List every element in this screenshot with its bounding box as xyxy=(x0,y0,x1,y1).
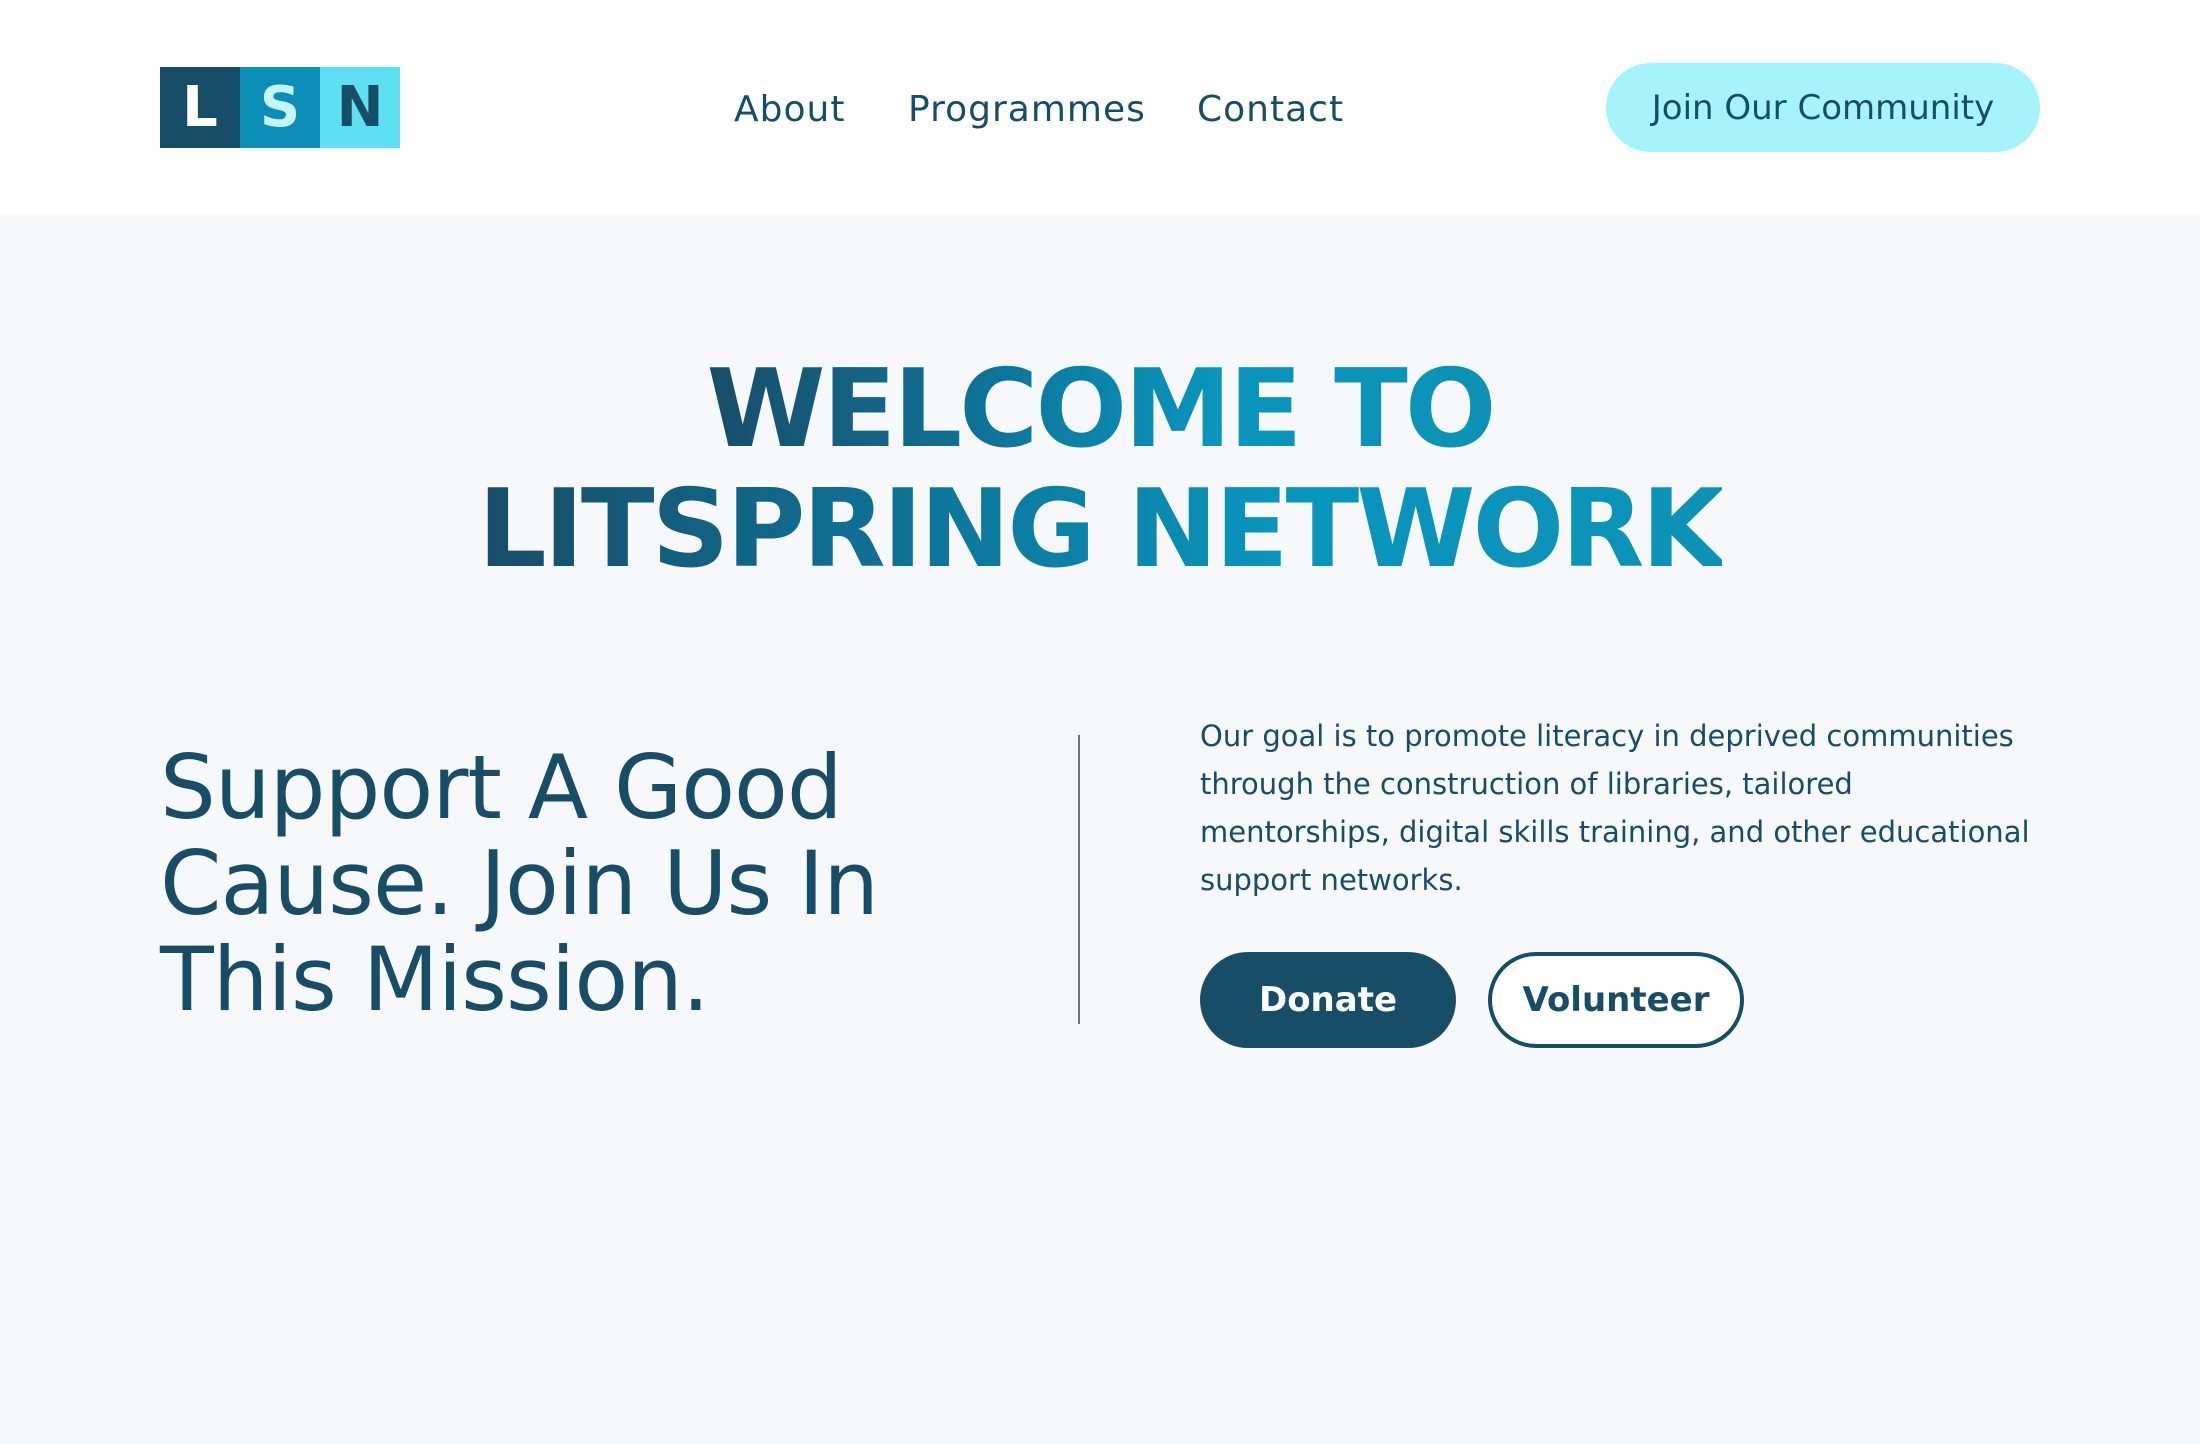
nav-link-programmes[interactable]: Programmes xyxy=(908,82,1146,138)
donate-button[interactable]: Donate xyxy=(1200,952,1456,1048)
hero-title-line-1: WELCOME TO xyxy=(706,347,1496,472)
nav-link-contact[interactable]: Contact xyxy=(1197,82,1344,138)
vertical-divider xyxy=(1078,735,1080,1024)
nav-link-about[interactable]: About xyxy=(734,82,845,138)
join-community-button[interactable]: Join Our Community xyxy=(1606,63,2040,152)
site-header: L S N About Programmes Contact Join Our … xyxy=(0,0,2200,215)
hero-tagline: Support A Good Cause. Join Us In This Mi… xyxy=(160,736,879,1031)
hero-title: WELCOME TO LITSPRING NETWORK xyxy=(0,350,2200,590)
hero-title-line-2: LITSPRING NETWORK xyxy=(477,467,1725,592)
volunteer-button[interactable]: Volunteer xyxy=(1488,952,1744,1048)
mission-description: Our goal is to promote literacy in depri… xyxy=(1200,719,2030,897)
